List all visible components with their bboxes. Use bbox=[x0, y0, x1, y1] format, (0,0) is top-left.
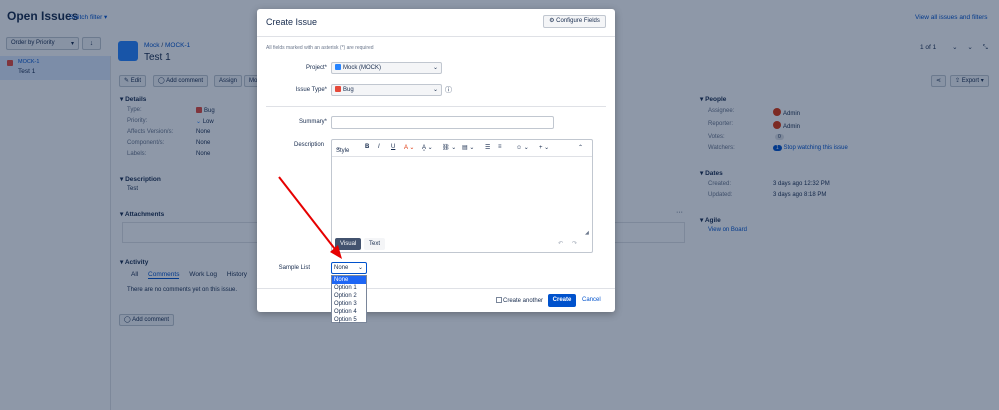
annotation-arrow bbox=[278, 176, 342, 259]
annotation-arrow-head bbox=[330, 245, 342, 259]
annotation-arrow-line bbox=[278, 176, 339, 254]
